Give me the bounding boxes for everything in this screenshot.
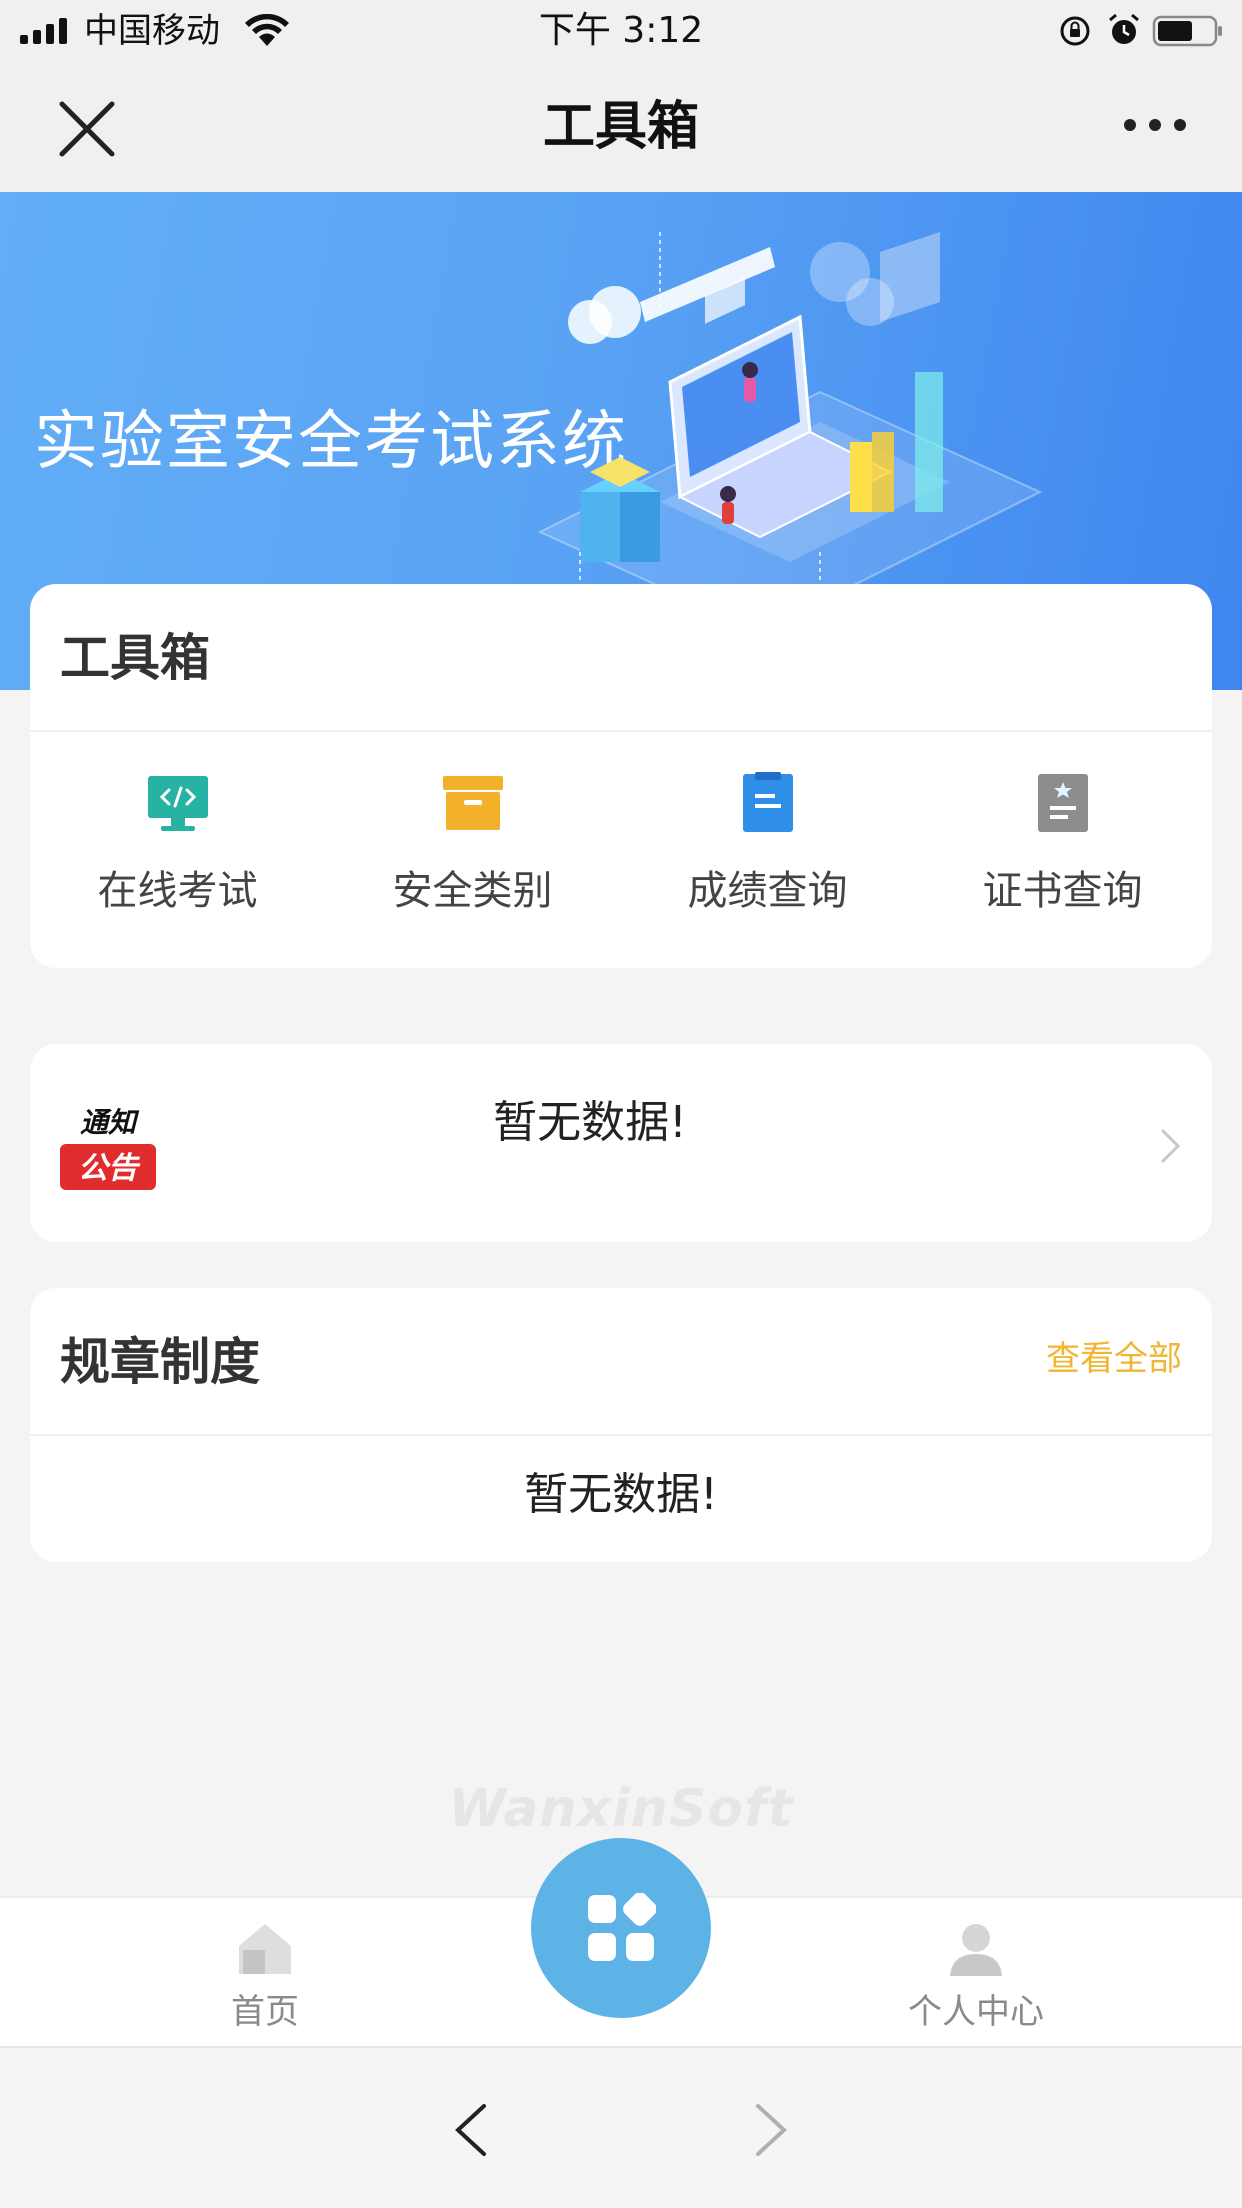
code-monitor-icon [148, 776, 208, 831]
clipboard-icon [743, 772, 793, 832]
certificate-icon [1038, 774, 1088, 832]
tab-profile-label: 个人中心 [908, 1992, 1044, 2032]
rules-title: 规章制度 [60, 1333, 260, 1391]
toolbox-card: 工具箱 在线考试 安全类别 成绩查询 证书查询 [30, 584, 1212, 968]
center-apps-button[interactable] [531, 1838, 711, 2018]
back-arrow-icon[interactable] [452, 2102, 488, 2158]
rules-card: 规章制度 查看全部 暂无数据! [30, 1288, 1212, 1562]
tool-safety-category[interactable]: 安全类别 [325, 734, 620, 968]
view-all-link[interactable]: 查看全部 [1046, 1336, 1182, 1382]
alarm-icon [1109, 13, 1139, 44]
chevron-right-icon[interactable] [1158, 1126, 1182, 1166]
toolbox-header: 工具箱 [30, 584, 1212, 732]
tab-profile[interactable]: 个人中心 [826, 1898, 1126, 2048]
page-title: 工具箱 [542, 97, 699, 157]
archive-box-icon [443, 776, 503, 830]
rules-header: 规章制度 查看全部 [30, 1288, 1212, 1436]
more-icon[interactable] [1122, 114, 1188, 136]
apps-grid-icon [588, 1893, 656, 1961]
home-icon [239, 1924, 291, 1974]
status-bar: 中国移动 下午 3:12 [0, 0, 1242, 62]
tool-label: 成绩查询 [687, 868, 848, 914]
banner-illustration [537, 232, 1043, 632]
nav-bar: 工具箱 [0, 62, 1242, 192]
orientation-lock-icon [1060, 16, 1090, 46]
user-icon [950, 1924, 1002, 1976]
battery-icon [1152, 15, 1222, 47]
browser-nav-bar [0, 2046, 1242, 2208]
notice-logo-bottom: 公告 [78, 1151, 141, 1186]
tab-home-label: 首页 [231, 1992, 299, 2032]
forward-arrow-icon[interactable] [754, 2102, 790, 2158]
tab-home[interactable]: 首页 [115, 1898, 415, 2048]
tool-online-exam[interactable]: 在线考试 [30, 734, 325, 968]
notice-logo-icon: 通知 公告 [60, 1106, 156, 1190]
notice-logo-top: 通知 [80, 1106, 140, 1139]
toolbox-title: 工具箱 [60, 629, 210, 687]
tool-certificate-query[interactable]: 证书查询 [915, 734, 1210, 968]
rules-empty-text: 暂无数据! [524, 1469, 718, 1520]
tool-label: 安全类别 [392, 868, 553, 914]
status-time: 下午 3:12 [538, 10, 704, 51]
tool-label: 在线考试 [97, 868, 258, 914]
notice-empty-text: 暂无数据! [493, 1097, 687, 1148]
tool-score-query[interactable]: 成绩查询 [620, 734, 915, 968]
brand-watermark: WanxinSoft [448, 1779, 794, 1839]
notice-card[interactable]: 通知 公告 暂无数据! [30, 1044, 1212, 1242]
tool-label: 证书查询 [982, 868, 1143, 914]
tool-grid: 在线考试 安全类别 成绩查询 证书查询 [30, 734, 1212, 968]
